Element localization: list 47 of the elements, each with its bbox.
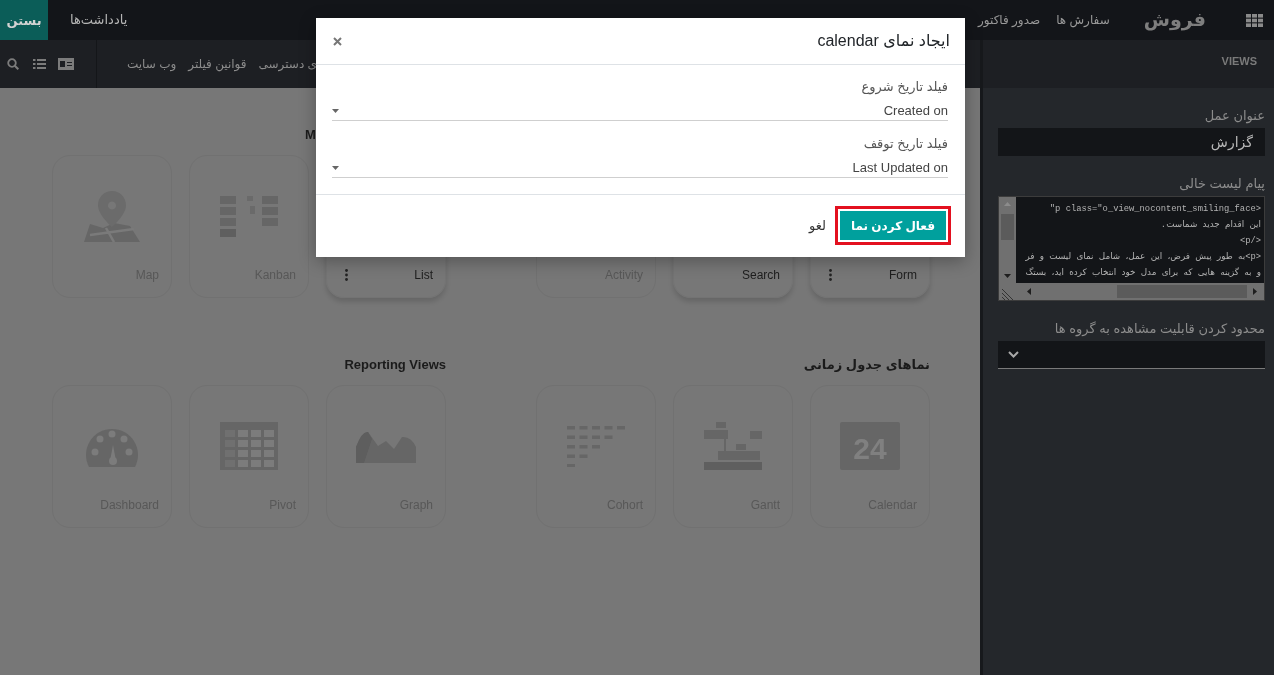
studio-tab[interactable]: قوانین فیلتر (188, 56, 247, 72)
area-chart-icon (356, 429, 416, 463)
id-card-icon[interactable] (58, 58, 74, 70)
app-name[interactable]: فروش (1143, 8, 1206, 32)
code-line: <p class="o_view_nocontent_smiling_face" (1048, 203, 1261, 216)
field-label: فیلد تاریخ توقف (862, 136, 948, 152)
cancel-button[interactable]: لغو (808, 218, 826, 233)
text-input[interactable]: گزارش (998, 128, 1265, 156)
select-field[interactable]: Last Updated on (332, 152, 948, 178)
field-label: عنوان عمل (1204, 108, 1265, 124)
section-heading: Reporting Views (344, 357, 446, 372)
select-field[interactable]: Created on (332, 95, 948, 121)
code-line: این اقدام جدید شماست. (1159, 219, 1261, 232)
list-icon[interactable] (33, 59, 46, 69)
apps-grid-icon[interactable] (1246, 13, 1263, 27)
notes-link[interactable]: یادداشت‌ها (70, 12, 128, 28)
vertical-scrollbar[interactable] (999, 197, 1016, 283)
sidebar-title: VIEWS (1221, 55, 1257, 67)
chevron-down-icon (1008, 351, 1019, 358)
top-menu-item[interactable]: صدور فاکتور (978, 12, 1041, 28)
select-field[interactable] (998, 341, 1265, 369)
caret-icon (332, 165, 339, 170)
search-icon[interactable] (7, 58, 19, 70)
field-label: فیلد تاریخ شروع (860, 79, 948, 95)
view-label: Form (889, 268, 917, 282)
code-line: </p> (1238, 235, 1261, 248)
kanban-board-icon (220, 195, 278, 237)
activate-view-button[interactable]: فعال کردن نما (834, 206, 951, 245)
studio-tab[interactable]: ی دسترسی (258, 56, 317, 72)
studio-tab[interactable]: وب سایت (127, 56, 177, 72)
view-label: Search (741, 268, 780, 282)
close-button[interactable]: بستن (0, 0, 48, 40)
field-label: محدود کردن قابلیت مشاهده به گروه ها (1054, 321, 1265, 337)
more-options-icon[interactable] (345, 269, 348, 281)
section-heading: M (305, 127, 316, 142)
section-heading: نماهای جدول زمانی (803, 357, 930, 372)
close-icon[interactable] (333, 36, 342, 46)
code-line: و به گزینه هایی که برای مدل خود انتخاب کرده اید، بستگ (1024, 266, 1261, 280)
view-label: List (414, 268, 433, 282)
horizontal-scrollbar[interactable] (1016, 283, 1264, 300)
top-menu-item[interactable]: سفارش ها (1056, 12, 1110, 28)
gantt-bars-icon (704, 422, 762, 470)
dialog-title: ایجاد نمای calendar (817, 31, 950, 51)
caret-icon (332, 108, 339, 113)
more-options-icon[interactable] (829, 269, 832, 281)
field-label: پیام لیست خالی (1179, 176, 1265, 192)
code-line: <p>به طور پیش فرض، این عمل، شامل نمای لیست و فر (1024, 251, 1261, 264)
